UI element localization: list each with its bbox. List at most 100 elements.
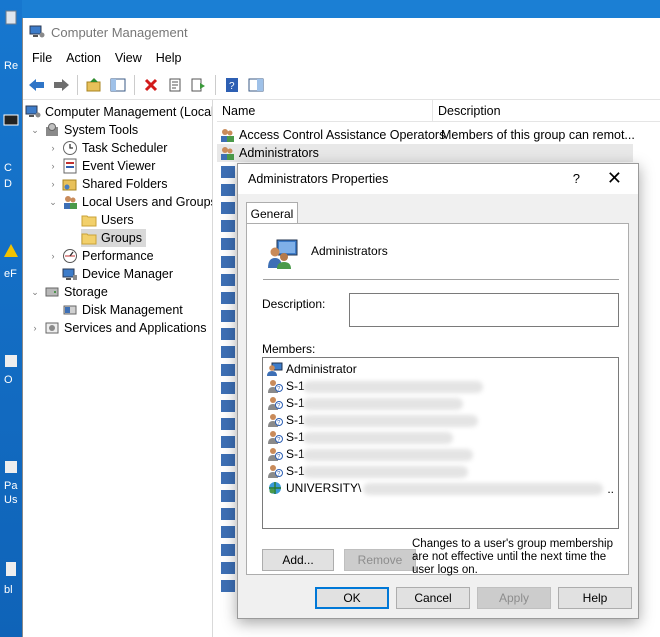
performance-icon (63, 249, 77, 263)
dialog-help-button[interactable]: Help (558, 587, 632, 609)
desktop-label: D (4, 178, 12, 190)
desktop-shortcut-icon[interactable] (2, 242, 20, 260)
dialog-title-bar[interactable]: Administrators Properties ? ✕ (238, 164, 638, 194)
description-field[interactable] (349, 293, 619, 327)
users-group-icon (64, 196, 77, 209)
tree-item-device-manager[interactable]: Device Manager (62, 265, 173, 283)
member-item[interactable]: ? S-1 (267, 462, 305, 479)
group-name: Access Control Assistance Operators (239, 128, 446, 142)
properties-button[interactable] (165, 75, 185, 95)
tab-general[interactable]: General (246, 202, 298, 224)
export-list-button[interactable] (189, 75, 209, 95)
ok-button[interactable]: OK (315, 587, 389, 609)
up-one-level-button[interactable] (84, 75, 104, 95)
tree-label: Computer Management (Local (45, 105, 213, 119)
properties-icon (169, 78, 181, 91)
domain-group-icon (269, 481, 281, 494)
member-item[interactable]: UNIVERSITY\ (267, 479, 361, 496)
unknown-account-icon: ? (268, 464, 283, 478)
tree-label: System Tools (64, 123, 139, 137)
tree-item-disk-management[interactable]: Disk Management (62, 301, 183, 319)
show-hide-tree-button[interactable] (108, 75, 128, 95)
remove-member-button[interactable]: Remove (344, 549, 416, 571)
back-button[interactable] (27, 75, 47, 95)
list-item-selected[interactable]: Administrators (217, 144, 633, 162)
members-list[interactable]: Administrator ? S-1 ? S-1 ? S-1 ? S-1 ? … (262, 357, 619, 529)
menu-file[interactable]: File (25, 51, 59, 65)
console-tree: Computer Management (Local ⌄ System Tool… (23, 100, 213, 637)
member-item[interactable]: ? S-1 (267, 411, 305, 428)
member-item[interactable]: ? S-1 (267, 428, 305, 445)
member-item[interactable]: Administrator (267, 360, 357, 377)
menu-help[interactable]: Help (149, 51, 189, 65)
shared-folder-icon (62, 179, 77, 191)
folder-icon (81, 215, 97, 227)
desktop-background (0, 0, 22, 637)
tree-item-groups[interactable]: Groups (81, 229, 146, 247)
collapse-chevron-icon[interactable]: ⌄ (47, 197, 59, 208)
tree-item-performance[interactable]: › Performance (47, 247, 154, 265)
redacted-text (303, 449, 473, 461)
export-list-icon (191, 78, 205, 91)
redacted-text (363, 483, 603, 495)
title-bar[interactable]: Computer Management (23, 18, 660, 46)
expand-chevron-icon[interactable]: › (29, 323, 41, 333)
member-item[interactable]: ? S-1 (267, 445, 305, 462)
collapse-chevron-icon[interactable]: ⌄ (29, 125, 41, 136)
group-icon (221, 147, 234, 160)
apply-button[interactable]: Apply (477, 587, 551, 609)
tree-item-computer-management[interactable]: Computer Management (Local (25, 103, 213, 121)
column-header-name[interactable]: Name (217, 100, 433, 122)
general-tab-panel: Administrators Description: Members: Adm… (246, 223, 629, 576)
column-header-description[interactable]: Description (433, 100, 633, 122)
close-icon[interactable]: ✕ (607, 168, 622, 189)
desktop-shortcut-icon[interactable] (2, 112, 20, 130)
dialog-title: Administrators Properties (248, 172, 389, 186)
expand-chevron-icon[interactable]: › (47, 179, 59, 189)
cancel-button[interactable]: Cancel (396, 587, 470, 609)
unknown-account-icon: ? (268, 430, 283, 444)
expand-chevron-icon[interactable]: › (47, 161, 59, 171)
list-item[interactable]: Access Control Assistance Operators Memb… (217, 126, 660, 144)
tree-item-users[interactable]: Users (81, 211, 134, 229)
computer-management-icon (29, 25, 45, 38)
menu-view[interactable]: View (108, 51, 149, 65)
recycle-bin-icon[interactable] (2, 8, 20, 26)
services-icon (45, 322, 59, 334)
expand-chevron-icon[interactable]: › (47, 251, 59, 261)
toolbar: ? (23, 70, 660, 100)
tree-item-task-scheduler[interactable]: › Task Scheduler (47, 139, 167, 157)
show-action-pane-button[interactable] (246, 75, 266, 95)
member-item[interactable]: ? S-1 (267, 394, 305, 411)
tree-item-system-tools[interactable]: ⌄ System Tools (29, 121, 138, 139)
desktop-shortcut-icon[interactable] (2, 352, 20, 370)
desktop-shortcut-icon[interactable] (2, 560, 20, 578)
forward-button[interactable] (51, 75, 71, 95)
desktop-shortcut-icon[interactable] (2, 458, 20, 476)
desktop-label: Pa (4, 480, 18, 492)
delete-x-icon (144, 78, 158, 91)
tree-item-local-users-groups[interactable]: ⌄ Local Users and Groups (47, 193, 212, 211)
window-title: Computer Management (51, 24, 188, 40)
divider (263, 279, 619, 280)
delete-button[interactable] (141, 75, 161, 95)
collapse-chevron-icon[interactable]: ⌄ (29, 287, 41, 298)
members-label: Members: (262, 342, 316, 356)
tree-item-services-applications[interactable]: › Services and Applications (29, 319, 207, 337)
disk-management-icon (63, 305, 77, 315)
expand-chevron-icon[interactable]: › (47, 143, 59, 153)
add-member-button[interactable]: Add... (262, 549, 334, 571)
tree-label: Disk Management (82, 303, 183, 317)
tree-item-storage[interactable]: ⌄ Storage (29, 283, 108, 301)
member-name: Administrator (286, 361, 357, 376)
help-button[interactable]: ? (222, 75, 242, 95)
menu-action[interactable]: Action (59, 51, 108, 65)
context-help-button[interactable]: ? (573, 171, 580, 186)
folder-up-icon (86, 77, 101, 91)
tree-item-event-viewer[interactable]: › Event Viewer (47, 157, 155, 175)
tree-item-shared-folders[interactable]: › Shared Folders (47, 175, 168, 193)
group-name-value: Administrators (311, 244, 388, 258)
member-item[interactable]: ? S-1 (267, 377, 305, 394)
member-name: S-1 (286, 378, 305, 393)
tree-label: Services and Applications (64, 321, 207, 335)
